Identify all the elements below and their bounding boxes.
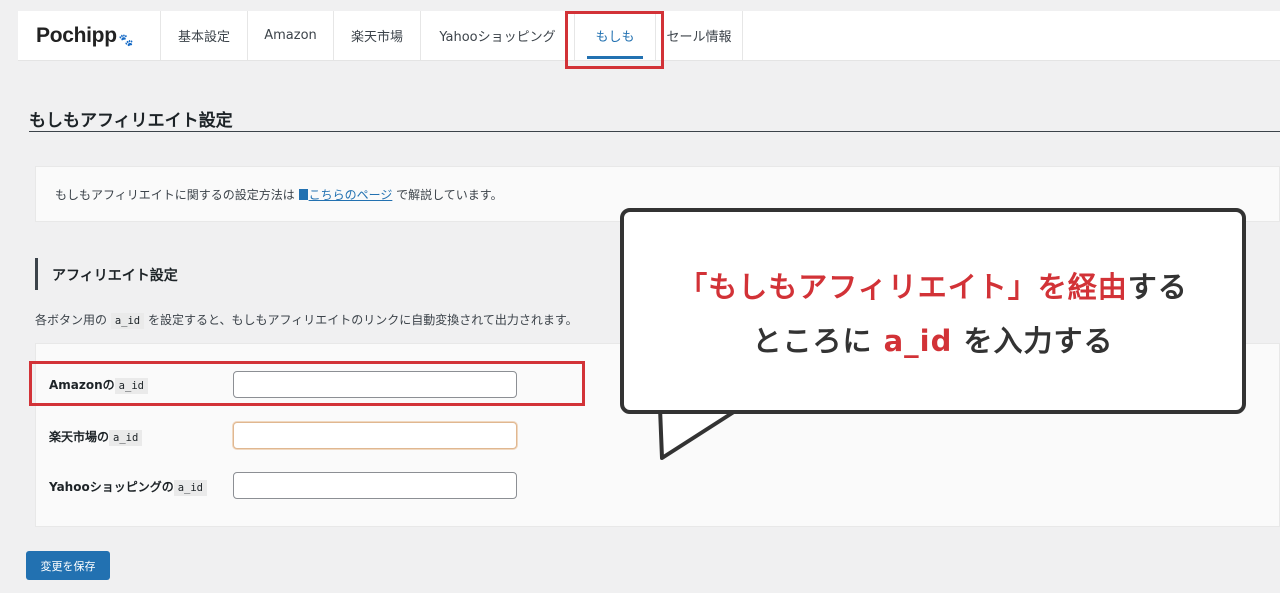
annotation-callout: 「もしもアフィリエイト」を経由する ところに a_id を入力する (620, 208, 1246, 414)
notice-suffix: で解説しています。 (392, 188, 503, 202)
rakuten-aid-input[interactable] (233, 422, 517, 449)
guide-link-text: こちらのページ (308, 188, 393, 202)
section-accent-bar (35, 258, 38, 290)
logo-text: Pochipp (36, 23, 117, 47)
callout-line1-red: 「もしもアフィリエイト」を経由 (678, 270, 1128, 304)
rakuten-label-code: a_id (109, 430, 143, 446)
callout-line-1: 「もしもアフィリエイト」を経由する (624, 264, 1242, 306)
notice-prefix: もしもアフィリエイトに関するの設定方法は (55, 188, 299, 202)
callout-line-2: ところに a_id を入力する (624, 318, 1242, 360)
tab-basic-settings[interactable]: 基本設定 (161, 11, 248, 60)
callout-line2-red: a_id (883, 324, 953, 358)
yahoo-label-text: Yahooショッピングの (49, 480, 174, 494)
callout-line2-b: を入力する (952, 324, 1114, 358)
page-title: もしもアフィリエイト設定 (29, 111, 233, 131)
yahoo-label-code: a_id (173, 480, 208, 496)
tab-yahoo-shopping[interactable]: Yahooショッピング (421, 11, 575, 60)
rakuten-aid-label: 楽天市場の a_id (49, 428, 143, 446)
highlight-box-amazon-field (29, 361, 585, 406)
guide-page-link[interactable]: こちらのページ (298, 188, 393, 202)
book-icon (298, 189, 308, 200)
desc-code: a_id (110, 313, 145, 329)
save-changes-button[interactable]: 変更を保存 (26, 551, 110, 580)
section-description: 各ボタン用の a_id を設定すると、もしもアフィリエイトのリンクに自動変換され… (35, 311, 578, 329)
yahoo-aid-input[interactable] (233, 472, 517, 499)
notice-text: もしもアフィリエイトに関するの設定方法は こちらのページ で解説しています。 (55, 186, 503, 203)
paw-icon: 🐾 (118, 32, 134, 47)
desc-suffix: を設定すると、もしもアフィリエイトのリンクに自動変換されて出力されます。 (144, 313, 578, 327)
title-divider (29, 131, 1280, 132)
desc-prefix: 各ボタン用の (35, 313, 111, 327)
tab-amazon[interactable]: Amazon (248, 11, 334, 60)
yahoo-aid-label: Yahooショッピングの a_id (49, 478, 208, 496)
rakuten-label-text: 楽天市場の (49, 430, 110, 444)
section-title: アフィリエイト設定 (52, 268, 178, 284)
tab-sale-info[interactable]: セール情報 (656, 11, 743, 60)
callout-line2-a: ところに (752, 324, 884, 358)
tab-rakuten[interactable]: 楽天市場 (334, 11, 421, 60)
pochipp-logo[interactable]: Pochipp 🐾 (18, 11, 161, 60)
callout-line1-black: する (1127, 270, 1188, 304)
highlight-box-moshimo-tab (565, 11, 664, 69)
